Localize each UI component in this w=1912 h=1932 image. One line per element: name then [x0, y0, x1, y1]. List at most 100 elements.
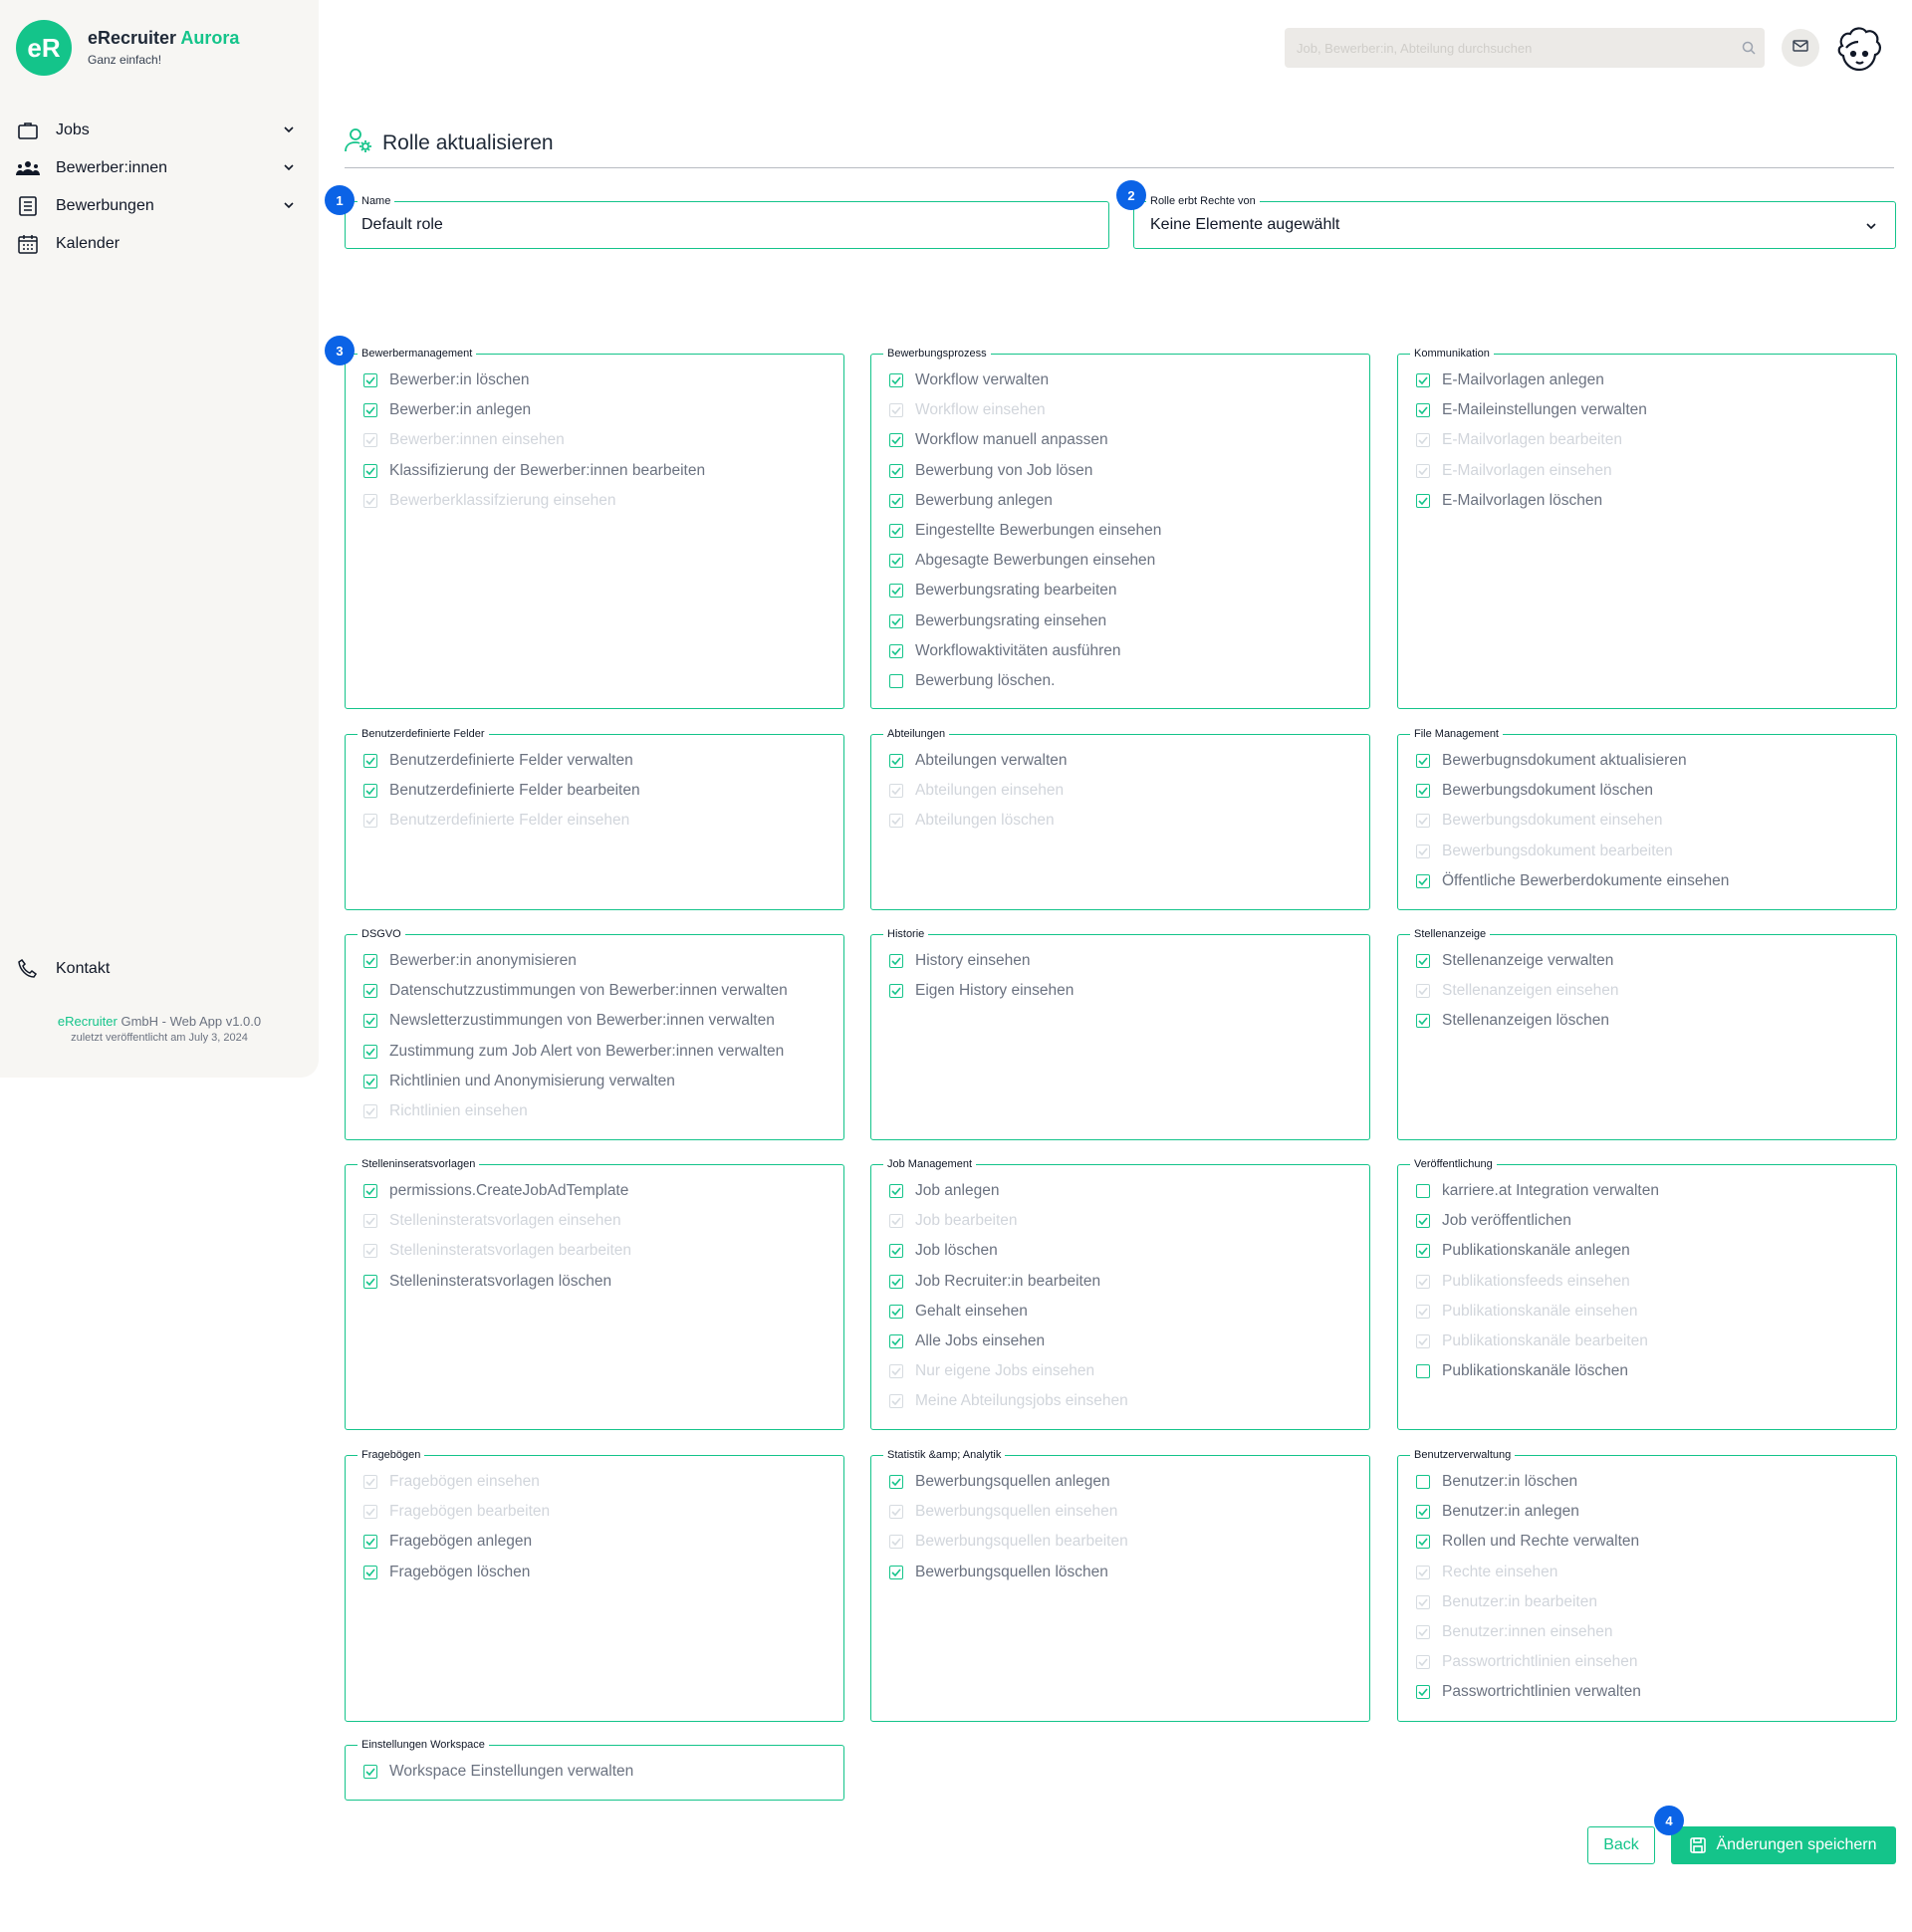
permission-checkbox[interactable]: Bewerbungsquellen anlegen — [889, 1472, 1110, 1492]
checkbox-icon[interactable] — [889, 754, 903, 768]
checkbox-icon[interactable] — [363, 1184, 377, 1198]
checkbox-icon[interactable] — [1416, 1535, 1430, 1550]
inherit-role-select[interactable]: Rolle erbt Rechte von Keine Elemente aug… — [1133, 193, 1896, 249]
checkbox-icon[interactable] — [1416, 1685, 1430, 1700]
sidebar-item-contact[interactable]: Kontakt — [16, 954, 295, 984]
permission-checkbox[interactable]: Abteilungen verwalten — [889, 751, 1068, 771]
checkbox-icon[interactable] — [889, 524, 903, 538]
checkbox-icon[interactable] — [889, 584, 903, 599]
permission-checkbox[interactable]: Bewerbungsdokument löschen — [1416, 781, 1653, 801]
permission-checkbox[interactable]: Bewerbung anlegen — [889, 491, 1053, 511]
checkbox-icon[interactable] — [1416, 1475, 1430, 1489]
chevron-down-icon[interactable] — [1865, 219, 1877, 237]
permission-checkbox[interactable]: Job löschen — [889, 1241, 998, 1261]
permission-checkbox[interactable]: Fragebögen löschen — [363, 1563, 530, 1582]
checkbox-icon[interactable] — [363, 984, 377, 999]
permission-checkbox[interactable]: Publikationskanäle anlegen — [1416, 1241, 1630, 1261]
checkbox-icon[interactable] — [889, 954, 903, 968]
search-input[interactable] — [1285, 27, 1733, 69]
permission-checkbox[interactable]: Gehalt einsehen — [889, 1302, 1028, 1322]
checkbox-icon[interactable] — [1416, 954, 1430, 968]
chevron-down-icon[interactable] — [283, 122, 295, 140]
checkbox-icon[interactable] — [889, 433, 903, 448]
checkbox-icon[interactable] — [363, 1565, 377, 1579]
permission-checkbox[interactable]: Passwortrichtlinien verwalten — [1416, 1682, 1641, 1702]
checkbox-icon[interactable] — [1416, 1364, 1430, 1379]
checkbox-icon[interactable] — [889, 493, 903, 508]
permission-checkbox[interactable]: Öffentliche Bewerberdokumente einsehen — [1416, 871, 1729, 891]
checkbox-icon[interactable] — [1416, 1014, 1430, 1029]
checkbox-icon[interactable] — [363, 754, 377, 768]
permission-checkbox[interactable]: E-Mailvorlagen löschen — [1416, 491, 1602, 511]
permission-checkbox[interactable]: Bewerber:in anonymisieren — [363, 951, 577, 971]
search-icon[interactable] — [1733, 41, 1765, 55]
checkbox-icon[interactable] — [889, 463, 903, 478]
permission-checkbox[interactable]: Stellenanzeigen löschen — [1416, 1011, 1609, 1031]
permission-checkbox[interactable]: Benutzerdefinierte Felder verwalten — [363, 751, 633, 771]
checkbox-icon[interactable] — [363, 403, 377, 418]
permission-checkbox[interactable]: E-Maileinstellungen verwalten — [1416, 400, 1647, 420]
permission-checkbox[interactable]: Eingestellte Bewerbungen einsehen — [889, 521, 1161, 541]
back-button[interactable]: Back — [1587, 1826, 1655, 1864]
permission-checkbox[interactable]: karriere.at Integration verwalten — [1416, 1181, 1659, 1201]
permission-checkbox[interactable]: Benutzer:in anlegen — [1416, 1502, 1579, 1522]
checkbox-icon[interactable] — [889, 613, 903, 628]
permission-checkbox[interactable]: Job Recruiter:in bearbeiten — [889, 1272, 1100, 1292]
permission-checkbox[interactable]: permissions.CreateJobAdTemplate — [363, 1181, 628, 1201]
sidebar-item-jobs[interactable]: Jobs — [16, 116, 295, 145]
checkbox-icon[interactable] — [363, 1044, 377, 1059]
chevron-down-icon[interactable] — [283, 198, 295, 216]
permission-checkbox[interactable]: Rollen und Rechte verwalten — [1416, 1532, 1639, 1552]
sidebar-item-applications[interactable]: Bewerbungen — [16, 191, 295, 221]
permission-checkbox[interactable]: Workflowaktivitäten ausführen — [889, 641, 1120, 661]
checkbox-icon[interactable] — [889, 1475, 903, 1489]
checkbox-icon[interactable] — [889, 1184, 903, 1198]
permission-checkbox[interactable]: Bewerber:in löschen — [363, 370, 529, 390]
permission-checkbox[interactable]: Fragebögen anlegen — [363, 1532, 532, 1552]
permission-checkbox[interactable]: Stelleninsteratsvorlagen löschen — [363, 1272, 611, 1292]
checkbox-icon[interactable] — [363, 1014, 377, 1029]
checkbox-icon[interactable] — [363, 463, 377, 478]
checkbox-icon[interactable] — [1416, 784, 1430, 799]
permission-checkbox[interactable]: Workflow manuell anpassen — [889, 430, 1108, 450]
permission-checkbox[interactable]: Datenschutzzustimmungen von Bewerber:inn… — [363, 981, 788, 1001]
checkbox-icon[interactable] — [889, 1304, 903, 1319]
checkbox-icon[interactable] — [889, 674, 903, 688]
permission-checkbox[interactable]: Bewerbungsrating bearbeiten — [889, 581, 1117, 601]
permission-checkbox[interactable]: Zustimmung zum Job Alert von Bewerber:in… — [363, 1042, 784, 1062]
permission-checkbox[interactable]: Bewerbungsquellen löschen — [889, 1563, 1108, 1582]
checkbox-icon[interactable] — [363, 784, 377, 799]
checkbox-icon[interactable] — [889, 1244, 903, 1259]
permission-checkbox[interactable]: E-Mailvorlagen anlegen — [1416, 370, 1604, 390]
checkbox-icon[interactable] — [363, 1274, 377, 1289]
checkbox-icon[interactable] — [363, 954, 377, 968]
checkbox-icon[interactable] — [1416, 1214, 1430, 1229]
chevron-down-icon[interactable] — [283, 160, 295, 178]
checkbox-icon[interactable] — [1416, 403, 1430, 418]
mail-button[interactable] — [1782, 29, 1819, 67]
checkbox-icon[interactable] — [1416, 373, 1430, 387]
checkbox-icon[interactable] — [889, 373, 903, 387]
checkbox-icon[interactable] — [1416, 1505, 1430, 1520]
checkbox-icon[interactable] — [889, 984, 903, 999]
permission-checkbox[interactable]: Publikationskanäle löschen — [1416, 1361, 1628, 1381]
checkbox-icon[interactable] — [1416, 873, 1430, 888]
sidebar-item-calendar[interactable]: Kalender — [16, 229, 295, 259]
app-logo[interactable]: eR — [16, 20, 72, 76]
permission-checkbox[interactable]: Klassifizierung der Bewerber:innen bearb… — [363, 461, 705, 481]
checkbox-icon[interactable] — [1416, 1244, 1430, 1259]
checkbox-icon[interactable] — [889, 1274, 903, 1289]
sidebar-item-applicants[interactable]: Bewerber:innen — [16, 153, 295, 183]
checkbox-icon[interactable] — [363, 373, 377, 387]
name-field[interactable]: Name Default role — [345, 193, 1109, 249]
permission-checkbox[interactable]: Job anlegen — [889, 1181, 999, 1201]
checkbox-icon[interactable] — [363, 1765, 377, 1779]
permission-checkbox[interactable]: Bewerbungsrating einsehen — [889, 611, 1106, 631]
permission-checkbox[interactable]: Benutzer:in löschen — [1416, 1472, 1577, 1492]
checkbox-icon[interactable] — [889, 554, 903, 569]
permission-checkbox[interactable]: Bewerbung löschen. — [889, 671, 1055, 691]
checkbox-icon[interactable] — [889, 1565, 903, 1579]
permission-checkbox[interactable]: Newsletterzustimmungen von Bewerber:inne… — [363, 1011, 775, 1031]
checkbox-icon[interactable] — [889, 643, 903, 658]
user-avatar[interactable] — [1832, 22, 1886, 76]
